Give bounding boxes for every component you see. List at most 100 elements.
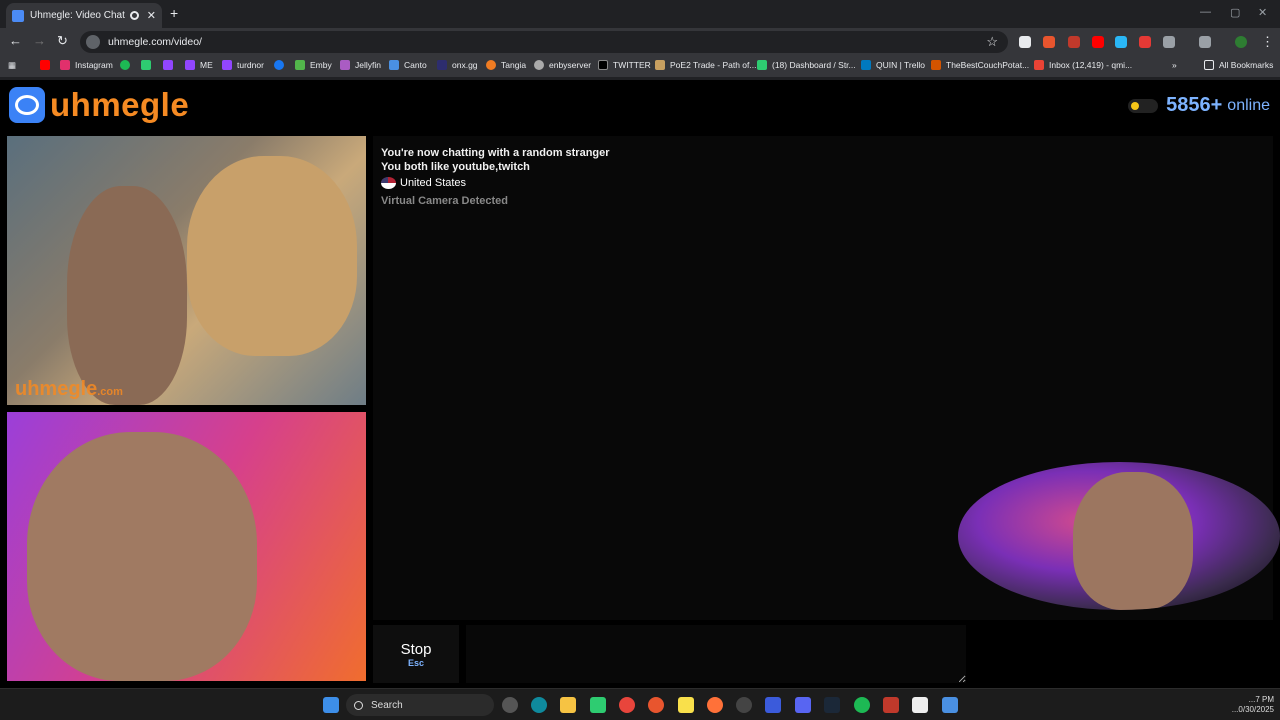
extension-record-icon[interactable]: [1068, 36, 1080, 48]
country-label: United States: [400, 177, 467, 189]
stranger-video: uhmegle.com: [7, 136, 366, 405]
bookmarks-bar: ▦ Instagram ME turdnor Emby Jellyfin Can…: [0, 56, 1280, 78]
online-indicator: 5856+ online: [1128, 94, 1270, 117]
back-icon[interactable]: ←: [9, 33, 22, 48]
bookmark-emby[interactable]: Emby: [295, 60, 332, 70]
bookmark-jellyfin[interactable]: Jellyfin: [340, 60, 381, 70]
bookmark-twitter[interactable]: TWITTER: [598, 60, 651, 70]
extension-youtube-icon[interactable]: [1092, 36, 1104, 48]
bookmark-canto[interactable]: Canto: [389, 60, 427, 70]
app-red-icon[interactable]: [883, 697, 899, 713]
taskbar-search[interactable]: Search: [346, 694, 494, 716]
tab-search-icon[interactable]: [1199, 36, 1211, 48]
extension-translate-icon[interactable]: [1115, 36, 1127, 48]
spotify-icon[interactable]: [854, 697, 870, 713]
browser-tab[interactable]: Uhmegle: Video Chat | Ran... ✕: [6, 3, 162, 28]
profile-avatar-icon[interactable]: [1235, 36, 1247, 48]
theme-toggle[interactable]: [1128, 98, 1159, 113]
self-video: [7, 412, 366, 681]
stranger-figure: [67, 186, 187, 405]
more-bookmarks-icon[interactable]: »: [1172, 60, 1177, 70]
address-bar[interactable]: ☆: [80, 31, 1008, 53]
tab-strip: Uhmegle: Video Chat | Ran... ✕ + — ▢ ✕: [0, 0, 1280, 28]
steam-icon[interactable]: [824, 697, 840, 713]
app-blue-icon[interactable]: [765, 697, 781, 713]
obs-icon[interactable]: [502, 697, 518, 713]
site-logo[interactable]: uhmegle: [9, 86, 189, 124]
stop-label: Stop: [400, 640, 432, 658]
stop-button[interactable]: Stop Esc: [373, 625, 459, 683]
dog-figure: [187, 156, 357, 356]
minimize-icon[interactable]: —: [1200, 6, 1211, 18]
discord-icon[interactable]: [795, 697, 811, 713]
virtual-camera-notice: Virtual Camera Detected: [381, 195, 508, 207]
bookmark-couchpotato[interactable]: TheBestCouchPotat...: [931, 60, 1029, 70]
browser-chrome: Uhmegle: Video Chat | Ran... ✕ + — ▢ ✕ ←…: [0, 0, 1280, 80]
online-label: online: [1227, 96, 1270, 114]
apps-grid-icon[interactable]: ▦: [8, 60, 16, 71]
menu-kebab-icon[interactable]: ⋮: [1261, 34, 1274, 50]
search-placeholder: Search: [371, 699, 403, 711]
us-flag-icon: [381, 177, 396, 189]
online-count: 5856+: [1166, 94, 1223, 116]
file-explorer-icon[interactable]: [560, 697, 576, 713]
stop-shortcut: Esc: [407, 657, 424, 668]
site-info-icon[interactable]: [86, 35, 100, 49]
bookmark-inbox[interactable]: Inbox (12,419) - qmi...: [1034, 60, 1132, 70]
search-icon: [354, 700, 363, 710]
extension-k-icon[interactable]: [1019, 36, 1031, 48]
tab-close-icon[interactable]: ✕: [147, 9, 156, 22]
site-favicon-icon: [12, 9, 24, 22]
forward-icon[interactable]: →: [33, 33, 46, 48]
stranger-country: United States: [381, 176, 1265, 190]
bookmark-me[interactable]: ME: [185, 60, 213, 70]
reload-icon[interactable]: ↻: [57, 33, 68, 49]
new-tab-button[interactable]: +: [170, 5, 178, 21]
bookmark-star-icon[interactable]: ☆: [986, 34, 998, 50]
self-figure: [27, 432, 257, 681]
firefox-icon[interactable]: [707, 697, 723, 713]
bookmark-youtube[interactable]: [40, 60, 55, 70]
bookmark-tangia[interactable]: Tangia: [486, 60, 526, 70]
url-input[interactable]: [108, 36, 908, 48]
notepad-icon[interactable]: [942, 697, 958, 713]
window-close-icon[interactable]: ✕: [1258, 6, 1267, 19]
shared-interests-message: You both like youtube,twitch: [381, 161, 530, 173]
start-windows-icon[interactable]: [323, 697, 339, 713]
edge-icon[interactable]: [531, 697, 547, 713]
clock-date: ...0/30/2025: [1231, 705, 1274, 714]
all-bookmarks[interactable]: All Bookmarks: [1204, 60, 1273, 70]
bookmark-app[interactable]: [141, 60, 156, 70]
app-dark-icon[interactable]: [736, 697, 752, 713]
media-player-icon[interactable]: [590, 697, 606, 713]
bookmark-twitch[interactable]: [163, 60, 178, 70]
bookmark-onx[interactable]: onx.gg: [437, 60, 478, 70]
bookmark-spotify[interactable]: [120, 60, 135, 70]
clock-time: ...7 PM: [1248, 695, 1274, 704]
bookmark-instagram[interactable]: Instagram: [60, 60, 113, 70]
bookmark-dashboard[interactable]: (18) Dashboard / Str...: [757, 60, 856, 70]
overlay-figure: [1073, 472, 1193, 610]
logo-text: uhmegle: [50, 86, 190, 123]
recording-icon: [129, 11, 139, 20]
bookmark-poe2[interactable]: PoE2 Trade - Path of...: [655, 60, 756, 70]
capcut-icon[interactable]: [912, 697, 928, 713]
app-orange-icon[interactable]: [648, 697, 664, 713]
system-clock[interactable]: ...7 PM ...0/30/2025: [1232, 695, 1274, 715]
extensions-puzzle-icon[interactable]: [1163, 36, 1175, 48]
bookmark-facebook[interactable]: [274, 60, 289, 70]
sticky-notes-icon[interactable]: [678, 697, 694, 713]
extension-fox-icon[interactable]: [1043, 36, 1055, 48]
connected-message: You're now chatting with a random strang…: [381, 147, 610, 159]
chat-bubble-icon: [9, 87, 45, 123]
bookmark-enbyserver[interactable]: enbyserver: [534, 60, 591, 70]
message-input[interactable]: [466, 625, 966, 683]
extension-shield-icon[interactable]: [1139, 36, 1151, 48]
webcam-overlay-bubble: [958, 462, 1280, 610]
bookmark-turdnor[interactable]: turdnor: [222, 60, 264, 70]
bookmark-trello[interactable]: QUIN | Trello: [861, 60, 925, 70]
chrome-icon[interactable]: [619, 697, 635, 713]
maximize-icon[interactable]: ▢: [1230, 6, 1240, 19]
sun-icon: [1131, 101, 1140, 110]
tab-title: Uhmegle: Video Chat | Ran...: [30, 10, 126, 21]
